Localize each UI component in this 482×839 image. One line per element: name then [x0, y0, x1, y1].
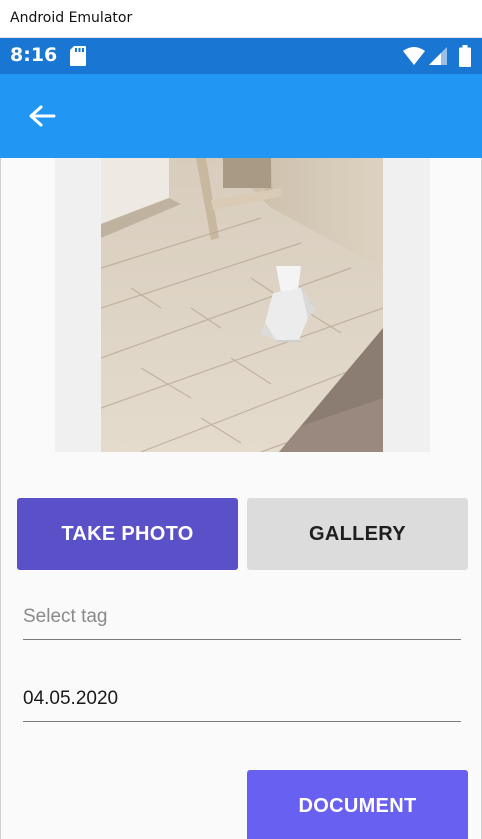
status-bar: 8:16 — [0, 38, 482, 74]
photo-image — [101, 158, 383, 452]
photo-frame — [55, 158, 430, 452]
document-button[interactable]: DOCUMENT — [247, 770, 468, 839]
wifi-icon — [403, 47, 425, 65]
battery-icon — [459, 45, 471, 67]
status-time: 8:16 — [10, 44, 58, 66]
cell-signal-icon — [429, 47, 447, 65]
app-toolbar — [0, 74, 482, 158]
sd-card-icon — [70, 46, 86, 66]
take-photo-button[interactable]: TAKE PHOTO — [17, 498, 238, 570]
arrow-left-icon — [29, 105, 56, 127]
select-tag-picker[interactable]: Select tag — [23, 596, 461, 640]
content-area: TAKE PHOTO GALLERY Select tag 04.05.2020… — [0, 158, 482, 839]
back-button[interactable] — [14, 94, 70, 138]
photo-preview — [101, 158, 383, 452]
window-titlebar: Android Emulator — [0, 0, 482, 38]
date-picker[interactable]: 04.05.2020 — [23, 678, 461, 722]
window-title: Android Emulator — [10, 10, 133, 26]
gallery-button[interactable]: GALLERY — [247, 498, 468, 570]
